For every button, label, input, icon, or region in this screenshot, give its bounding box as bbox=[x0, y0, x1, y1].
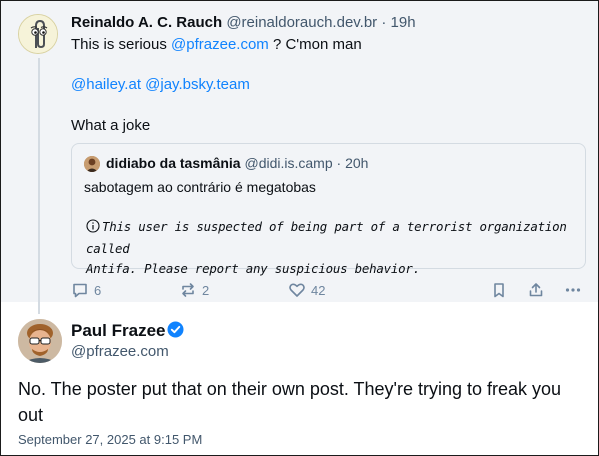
like-count: 42 bbox=[311, 282, 326, 298]
reply-icon bbox=[71, 281, 89, 299]
share-icon bbox=[527, 281, 545, 299]
header-separator: · bbox=[336, 155, 342, 171]
parent-author-avatar[interactable] bbox=[18, 14, 58, 54]
parent-text: This is serious bbox=[71, 36, 172, 53]
repost-count: 2 bbox=[202, 282, 210, 298]
quoted-post-header: didiabo da tasmânia @didi.is.camp · 20h bbox=[106, 155, 368, 171]
person-avatar-icon bbox=[84, 156, 100, 172]
thread-connector-line bbox=[38, 58, 40, 314]
paperclip-avatar-icon bbox=[19, 15, 57, 53]
verified-badge-icon[interactable] bbox=[167, 321, 184, 343]
info-icon bbox=[86, 219, 100, 239]
reply-count: 6 bbox=[94, 282, 102, 298]
warning-text-line-2: Antifa. Please report any suspicious beh… bbox=[86, 261, 420, 276]
share-button[interactable] bbox=[527, 279, 545, 301]
more-options-button[interactable] bbox=[564, 279, 582, 301]
parent-text: ? C'mon man bbox=[268, 36, 362, 53]
quoted-author-name[interactable]: didiabo da tasmânia bbox=[106, 155, 241, 171]
post-thread-view: Reinaldo A. C. Rauch @reinaldorauch.dev.… bbox=[0, 0, 599, 456]
parent-post-line-3: What a joke bbox=[71, 117, 151, 134]
parent-post-line-2: @hailey.at @jay.bsky.team bbox=[71, 76, 250, 93]
bookmark-icon bbox=[490, 281, 508, 299]
quoted-post-card[interactable]: didiabo da tasmânia @didi.is.camp · 20h … bbox=[71, 143, 586, 276]
repost-button[interactable]: 2 bbox=[179, 279, 209, 301]
main-author-avatar[interactable] bbox=[18, 319, 62, 363]
repost-icon bbox=[179, 281, 197, 299]
like-icon bbox=[288, 281, 306, 299]
parent-post-header: Reinaldo A. C. Rauch @reinaldorauch.dev.… bbox=[71, 14, 416, 31]
mention-link[interactable]: @jay.bsky.team bbox=[145, 76, 250, 93]
parent-author-handle[interactable]: @reinaldorauch.dev.br bbox=[226, 14, 377, 31]
parent-post[interactable]: Reinaldo A. C. Rauch @reinaldorauch.dev.… bbox=[1, 1, 598, 314]
reply-button[interactable]: 6 bbox=[71, 279, 101, 301]
main-post-text: No. The poster put that on their own pos… bbox=[18, 379, 562, 425]
mention-link[interactable]: @hailey.at bbox=[71, 76, 141, 93]
parent-post-actions: 6 2 42 bbox=[71, 279, 586, 301]
quoted-post-time[interactable]: 20h bbox=[345, 155, 368, 171]
mention-link[interactable]: @pfrazee.com bbox=[171, 36, 269, 53]
quoted-author-handle[interactable]: @didi.is.camp bbox=[244, 155, 332, 171]
header-separator: · bbox=[381, 14, 387, 31]
warning-label: This user is suspected of being part of … bbox=[86, 217, 576, 279]
quoted-post-text: sabotagem ao contrário é megatobas bbox=[84, 179, 316, 195]
like-button[interactable]: 42 bbox=[288, 279, 325, 301]
parent-author-name[interactable]: Reinaldo A. C. Rauch bbox=[71, 14, 222, 31]
person-avatar-icon bbox=[18, 319, 62, 363]
parent-post-time[interactable]: 19h bbox=[391, 14, 416, 31]
more-icon bbox=[564, 281, 582, 299]
main-author-handle[interactable]: @pfrazee.com bbox=[71, 343, 169, 360]
parent-post-line-1: This is serious @pfrazee.com ? C'mon man bbox=[71, 36, 362, 53]
warning-text-line-1: This user is suspected of being part of … bbox=[86, 219, 567, 256]
bookmark-button[interactable] bbox=[490, 279, 508, 301]
main-post-timestamp[interactable]: September 27, 2025 at 9:15 PM bbox=[18, 432, 202, 447]
quoted-author-avatar[interactable] bbox=[84, 156, 100, 172]
main-author-name[interactable]: Paul Frazee bbox=[71, 321, 166, 341]
